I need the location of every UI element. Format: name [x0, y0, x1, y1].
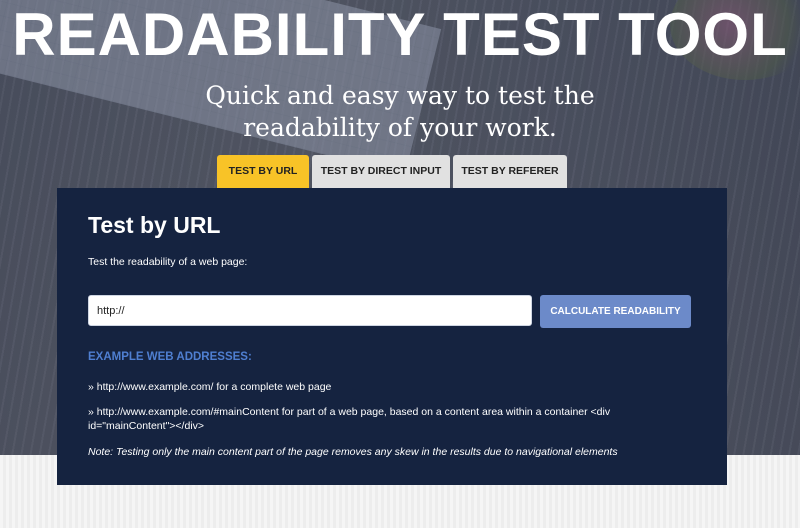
page-title: READABILITY TEST TOOL	[12, 1, 788, 68]
examples-heading: EXAMPLE WEB ADDRESSES:	[88, 351, 252, 363]
panel-subtitle: Test the readability of a web page:	[88, 256, 248, 268]
tagline: Quick and easy way to test the readabili…	[150, 80, 650, 144]
tab-test-by-referer[interactable]: TEST BY REFERER	[453, 155, 567, 188]
example-main-content: » http://www.example.com/#mainContent fo…	[88, 406, 611, 432]
example-full-page: » http://www.example.com/ for a complete…	[88, 381, 332, 393]
tagline-line-2: readability of your work.	[243, 113, 557, 142]
panel-title: Test by URL	[88, 212, 221, 238]
tab-test-by-url[interactable]: TEST BY URL	[217, 155, 309, 188]
url-input[interactable]	[88, 295, 532, 326]
tagline-line-1: Quick and easy way to test the	[205, 81, 595, 110]
test-mode-tabs: TEST BY URL TEST BY DIRECT INPUT TEST BY…	[0, 155, 800, 189]
note-text: Note: Testing only the main content part…	[88, 446, 618, 458]
tab-test-by-direct-input[interactable]: TEST BY DIRECT INPUT	[312, 155, 450, 188]
calculate-readability-button[interactable]: CALCULATE READABILITY	[540, 295, 691, 328]
test-by-url-panel: Test by URL Test the readability of a we…	[57, 188, 727, 485]
